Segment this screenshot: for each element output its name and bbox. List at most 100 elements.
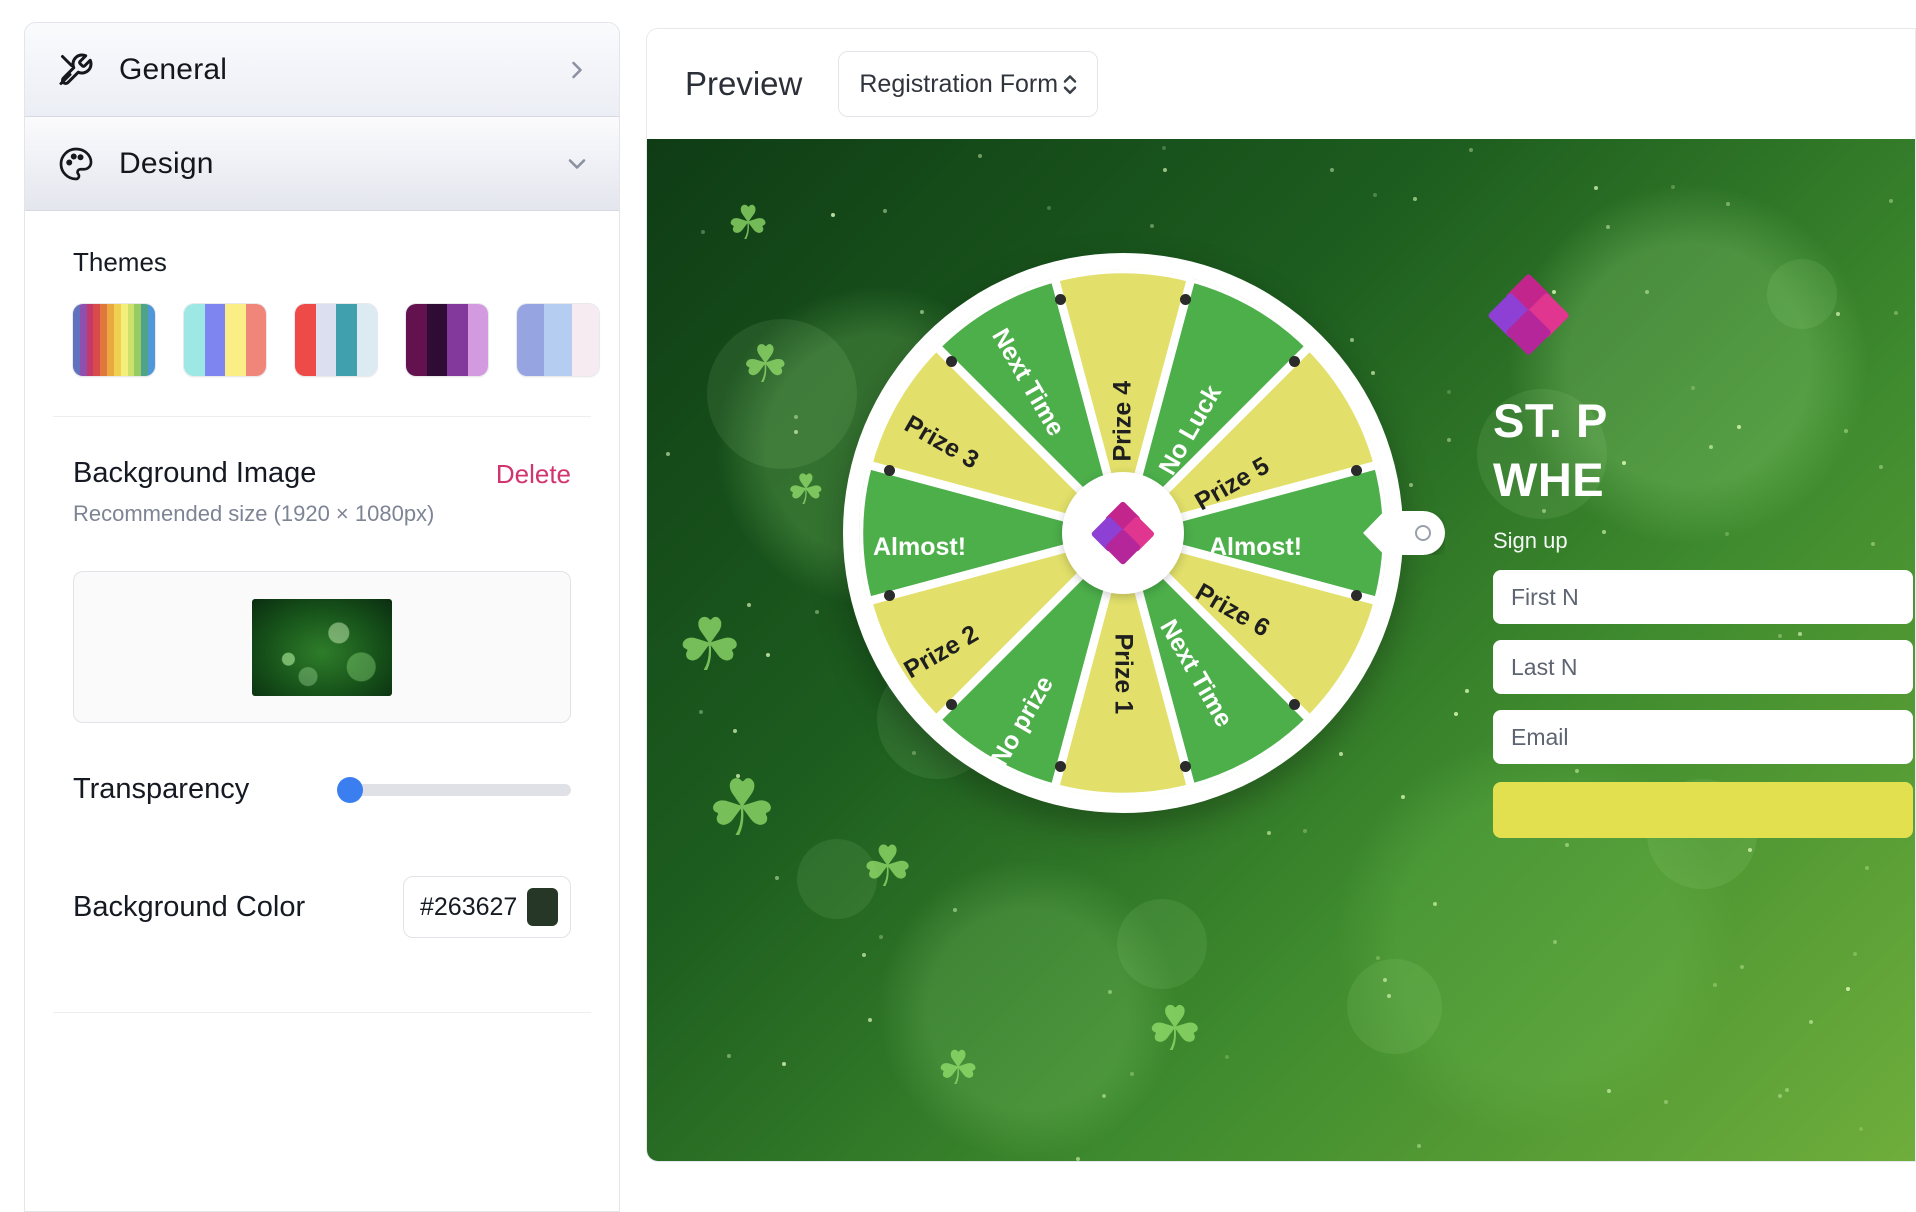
sparkle [1865,866,1869,870]
preview-panel: Preview Registration Form ☘☘☘☘☘☘☘☘ [646,28,1916,1162]
sparkle [1373,193,1377,197]
preview-header: Preview Registration Form [647,29,1915,139]
sparkle [1330,168,1334,172]
sidebar-section-design[interactable]: Design [25,117,619,211]
background-image-preview-box[interactable] [73,571,571,723]
theme-color-stripe [100,304,107,376]
last-name-field[interactable]: Last N [1493,640,1913,694]
transparency-label: Transparency [73,773,249,806]
bokeh-circle [1347,959,1442,1054]
wheel-preview-stage: ☘☘☘☘☘☘☘☘ Almost!Prize 3Next TimePrize [647,139,1916,1162]
wheel-peg [884,465,895,476]
theme-color-stripe [225,304,246,376]
transparency-slider-knob[interactable] [337,777,363,803]
sparkle [879,935,883,939]
sparkle [747,603,751,607]
themes-section: Themes [53,211,591,417]
theme-color-stripe [148,304,155,376]
pointer-ring [1415,525,1431,541]
bokeh-circle [1117,899,1207,989]
sparkle [1303,829,1307,833]
theme-color-stripe [128,304,135,376]
themes-label: Themes [53,247,591,278]
theme-color-stripe [205,304,226,376]
wheel-configurator-app: General Design Themes [0,0,1916,1212]
sparkle [1413,197,1417,201]
wheel-segment-label: Prize 1 [1109,634,1138,715]
sidebar-section-general-label: General [119,53,563,87]
wheel-peg [1289,356,1300,367]
background-color-swatch[interactable] [527,888,558,926]
chevron-right-icon[interactable] [563,56,591,84]
clover-icon: ☘ [1147,999,1203,1061]
sidebar-section-general[interactable]: General [25,23,619,117]
promo-submit-button[interactable] [1493,782,1913,838]
sparkle [1150,224,1154,228]
theme-swatch-purple-dark[interactable] [406,304,488,376]
preview-title: Preview [685,65,802,103]
clover-icon: ☘ [707,769,777,847]
delete-background-image-link[interactable]: Delete [496,455,571,490]
background-color-field[interactable]: #263627 [403,876,571,938]
sidebar-bottom-divider [53,1012,591,1013]
promo-heading-line1: ST. P [1493,395,1913,448]
first-name-field[interactable]: First N [1493,570,1913,624]
sparkle [978,154,982,158]
tools-icon [53,52,99,88]
theme-swatch-red-teal[interactable] [295,304,377,376]
sparkle [1853,952,1857,956]
theme-color-stripe [447,304,468,376]
wheel-peg [946,699,957,710]
promo-subtitle: Sign up [1493,528,1913,554]
email-field[interactable]: Email [1493,710,1913,764]
theme-color-stripe [73,304,80,376]
chevron-down-icon[interactable] [563,150,591,178]
theme-color-stripe [184,304,205,376]
sparkle [727,1054,731,1058]
sparkle [699,710,703,714]
clover-icon: ☘ [677,609,742,682]
background-color-value[interactable]: #263627 [420,893,517,922]
sparkle [1553,940,1557,944]
theme-color-stripe [246,304,267,376]
sparkle [1713,983,1717,987]
theme-color-stripe [468,304,489,376]
wheel-peg [1055,294,1066,305]
theme-color-stripe [544,304,571,376]
theme-swatch-pastel-cool[interactable] [184,304,266,376]
wheel-peg [1180,294,1191,305]
sparkle [1162,146,1166,150]
wheel-hub [1062,472,1184,594]
clover-icon: ☘ [862,839,913,896]
clover-icon: ☘ [742,339,789,391]
sparkle [1108,990,1112,994]
theme-color-stripe [121,304,128,376]
sparkle [1859,1127,1863,1131]
theme-swatch-rainbow[interactable] [73,304,155,376]
sparkle [815,610,819,614]
sparkle [1433,902,1437,906]
sidebar-section-design-label: Design [119,147,563,181]
sparkle [1748,848,1752,852]
theme-color-stripe [134,304,141,376]
prize-wheel[interactable]: Almost!Prize 3Next TimePrize 4No LuckPri… [843,253,1403,813]
theme-color-stripe [87,304,94,376]
theme-color-stripe [114,304,121,376]
sparkle [1671,185,1675,189]
wheel-segment-label: Almost! [873,533,966,562]
theme-color-stripe [572,304,599,376]
sparkle [1163,168,1167,172]
sparkle [666,452,670,456]
theme-swatch-periwinkle[interactable] [517,304,599,376]
sparkle [1076,1157,1080,1161]
transparency-slider[interactable] [343,784,571,796]
diamond-logo-icon [1493,279,1565,351]
promo-logo [1493,279,1565,351]
theme-color-stripe [316,304,337,376]
form-type-select[interactable]: Registration Form [838,51,1098,117]
sparkle [733,729,737,733]
theme-color-stripe [141,304,148,376]
sparkle [1454,712,1458,716]
theme-color-stripe [336,304,357,376]
sparkle [1447,438,1451,442]
